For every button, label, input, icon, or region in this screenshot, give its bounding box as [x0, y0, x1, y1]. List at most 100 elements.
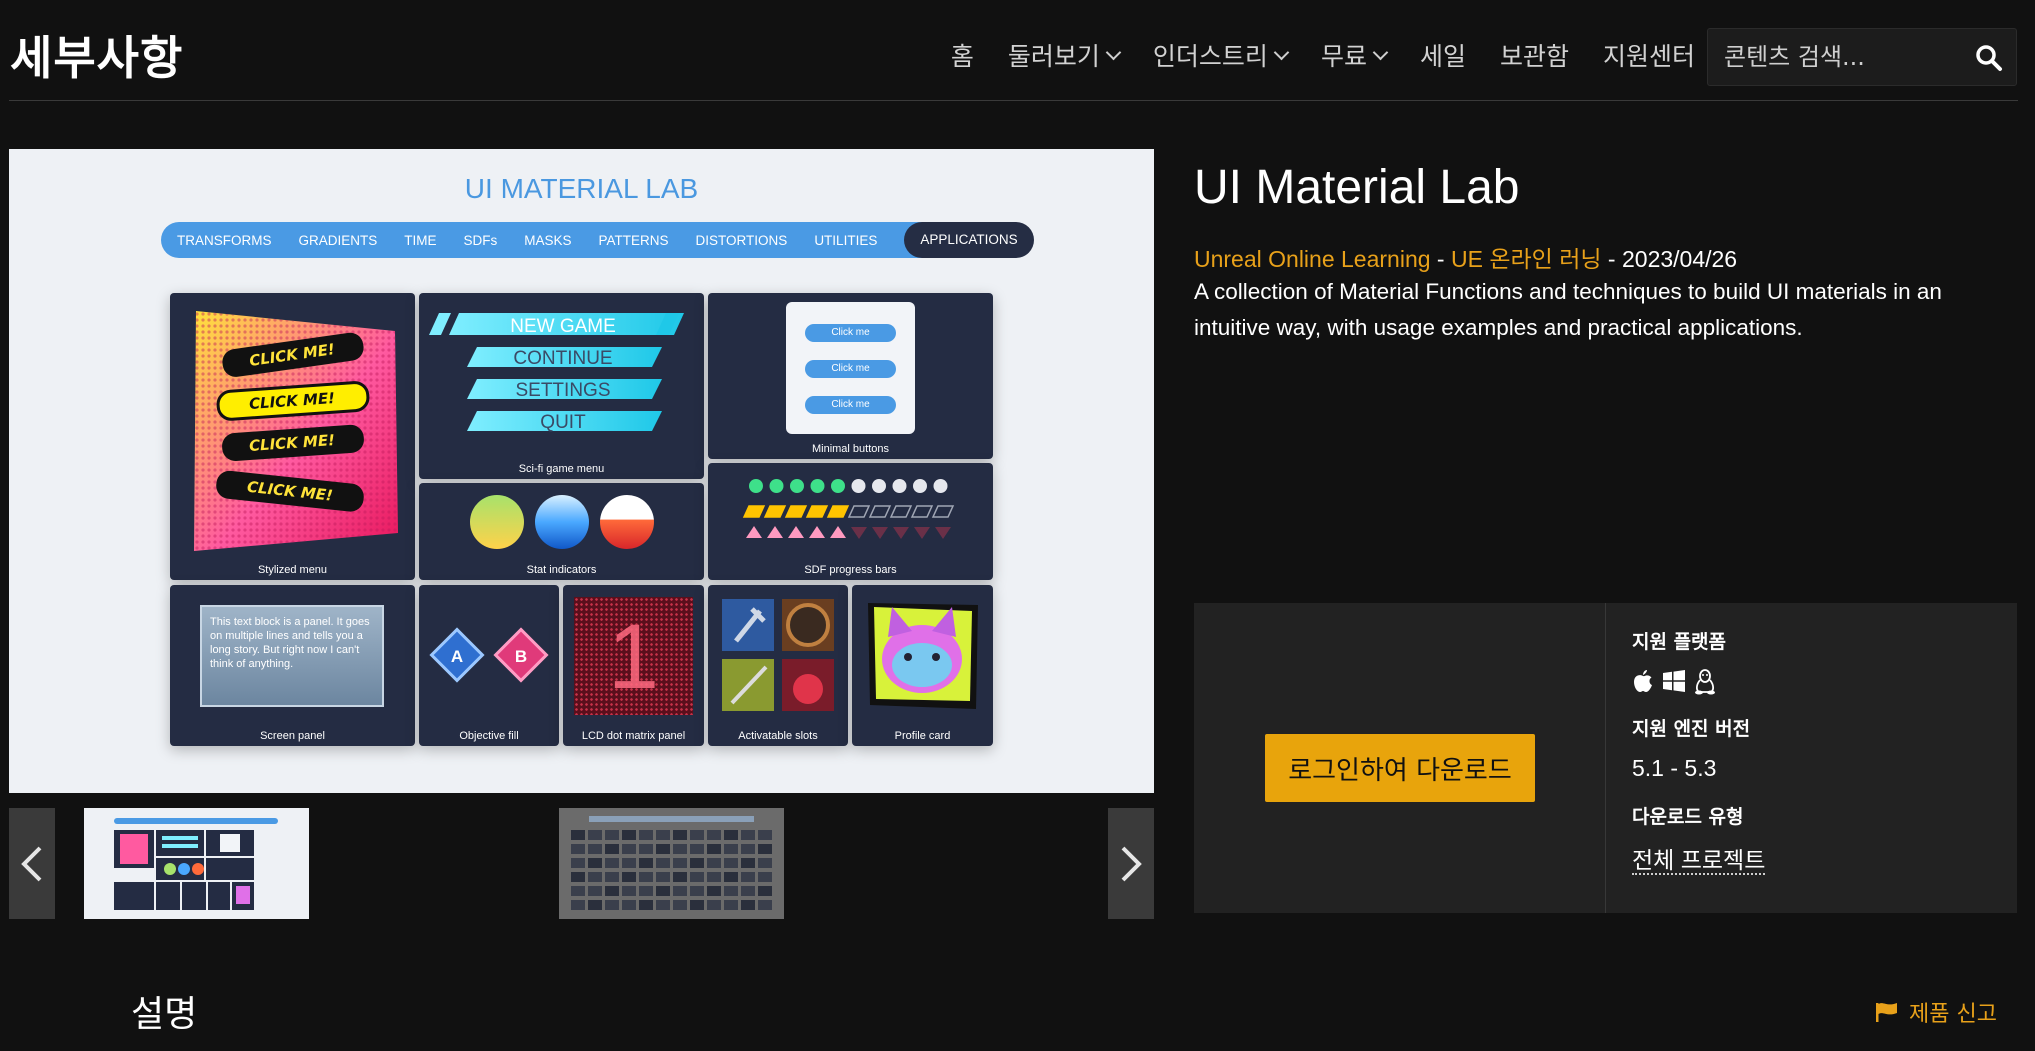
thumbnail-widget [707, 886, 721, 896]
nav-sale-label: 세일 [1419, 42, 1466, 71]
nav-free-label: 무료 [1320, 42, 1367, 71]
thumbnail-widget [588, 844, 602, 854]
nav-browse[interactable]: 둘러보기 [1008, 37, 1122, 73]
download-type-link[interactable]: 전체 프로젝트 [1632, 847, 1766, 875]
thumbnail-widget [741, 886, 755, 896]
thumbnail-widget [656, 858, 670, 868]
thumbnail-widget [605, 900, 619, 910]
card-caption: Activatable slots [738, 730, 818, 742]
search-icon[interactable] [1974, 43, 2004, 73]
site-logo[interactable]: 세부사항 [10, 22, 183, 88]
thumbnail-widget [707, 830, 721, 840]
stat-indicators-art [470, 495, 654, 549]
nav-free[interactable]: 무료 [1320, 37, 1389, 73]
thumbnail-2[interactable] [559, 808, 784, 919]
svg-text:SETTINGS: SETTINGS [515, 380, 610, 401]
lcd-digit: 1 [607, 606, 660, 708]
engine-version-label: 지원 엔진 버전 [1632, 718, 1751, 740]
engine-version-value: 5.1 - 5.3 [1632, 755, 1717, 781]
objective-letter-a: A [451, 647, 463, 666]
carousel-prev-button[interactable] [9, 808, 55, 919]
preview-tab: GRADIENTS [298, 232, 378, 248]
sdf-dot [913, 479, 927, 493]
thumbnail-widget [588, 900, 602, 910]
thumbnail-widget [758, 858, 772, 868]
thumbnail-widget [622, 858, 636, 868]
thumbnail-widget [571, 830, 585, 840]
svg-text:QUIT: QUIT [540, 412, 586, 433]
thumbnail-widget [690, 830, 704, 840]
sdf-bar-segment [826, 505, 850, 518]
objective-fill-art: A B [429, 627, 549, 683]
sdf-dot [810, 479, 825, 493]
seller-alt-link[interactable]: UE 온라인 러닝 [1451, 246, 1602, 272]
preview-tab: SDFs [463, 232, 498, 248]
activatable-slots-art [722, 599, 834, 711]
card-caption: Screen panel [260, 730, 325, 742]
seller-link[interactable]: Unreal Online Learning [1194, 246, 1431, 272]
thumbnail-widget [588, 872, 602, 882]
thumbnail-tabbar [589, 816, 754, 822]
thumbnail-widget [690, 886, 704, 896]
thumbnail-widget [639, 844, 653, 854]
card-stat-indicators: Stat indicators [419, 483, 704, 580]
thumbnail-1[interactable] [84, 808, 309, 919]
thumbnail-widget [741, 844, 755, 854]
sdf-bar-segment [847, 505, 871, 518]
thumbnail-2-art [571, 816, 772, 910]
thumbnail-widget [605, 858, 619, 868]
carousel-next-button[interactable] [1108, 808, 1154, 919]
sdf-bar-segment [889, 505, 913, 518]
card-caption: Objective fill [459, 730, 519, 742]
preview-tab-bar: TRANSFORMS GRADIENTS TIME SDFs MASKS PAT… [161, 222, 1034, 258]
nav-industry[interactable]: 인더스트리 [1153, 37, 1290, 73]
thumbnail-widget [758, 900, 772, 910]
thumbnail-widget [690, 900, 704, 910]
preview-tab: TIME [404, 232, 437, 248]
nav-support[interactable]: 지원센터 [1603, 37, 1695, 73]
search-box [1707, 28, 2017, 86]
windows-icon [1663, 670, 1685, 692]
preview-tab-active: APPLICATIONS [904, 222, 1034, 258]
sdf-triangle [788, 526, 804, 538]
thumbnail-widget [605, 872, 619, 882]
thumbnail-widget [588, 886, 602, 896]
login-download-button[interactable]: 로그인하여 다운로드 [1265, 734, 1535, 802]
nav-sale[interactable]: 세일 [1420, 37, 1466, 73]
nav-library[interactable]: 보관함 [1500, 37, 1569, 73]
chevron-down-icon [1105, 44, 1122, 60]
chevron-down-icon [1372, 44, 1389, 60]
thumbnail-widget [622, 830, 636, 840]
card-scifi-menu: NEW GAME CONTINUE SETTINGS QUIT Sci-fi g… [419, 293, 704, 479]
objective-letter-b: B [515, 647, 527, 666]
card-lcd-matrix: 1 LCD dot matrix panel [563, 585, 704, 746]
thumbnail-widget [639, 872, 653, 882]
sdf-bar-segment [931, 505, 955, 518]
main-preview-image[interactable]: UI MATERIAL LAB TRANSFORMS GRADIENTS TIM… [9, 149, 1154, 793]
sdf-triangle [935, 527, 951, 539]
search-input[interactable] [1708, 43, 1958, 71]
sdf-bar-segment [763, 505, 787, 518]
thumbnail-widget [741, 900, 755, 910]
thumbnail-widget [741, 872, 755, 882]
thumbnail-widget [707, 858, 721, 868]
download-panel-divider [1605, 603, 1606, 913]
thumbnail-widget [639, 830, 653, 840]
thumbnail-widget [690, 858, 704, 868]
thumbnail-widget [741, 830, 755, 840]
thumbnail-widget [656, 872, 670, 882]
thumbnail-widget [656, 830, 670, 840]
report-product-link[interactable]: 제품 신고 [1875, 996, 1997, 1028]
card-caption: Profile card [894, 730, 951, 742]
thumbnail-widget [758, 844, 772, 854]
sdf-bar-segment [805, 505, 829, 518]
nav-home[interactable]: 홈 [951, 37, 974, 73]
thumbnail-widget [622, 886, 636, 896]
chevron-down-icon [1273, 44, 1290, 60]
thumbnail-widget [639, 886, 653, 896]
thumbnail-widget [656, 844, 670, 854]
card-caption: Stylized menu [257, 564, 328, 576]
thumbnail-widget [622, 900, 636, 910]
download-panel: 로그인하여 다운로드 지원 플랫폼 지원 엔진 버전 5.1 - 5.3 다운로… [1194, 603, 2017, 913]
thumbnail-widget [571, 886, 585, 896]
